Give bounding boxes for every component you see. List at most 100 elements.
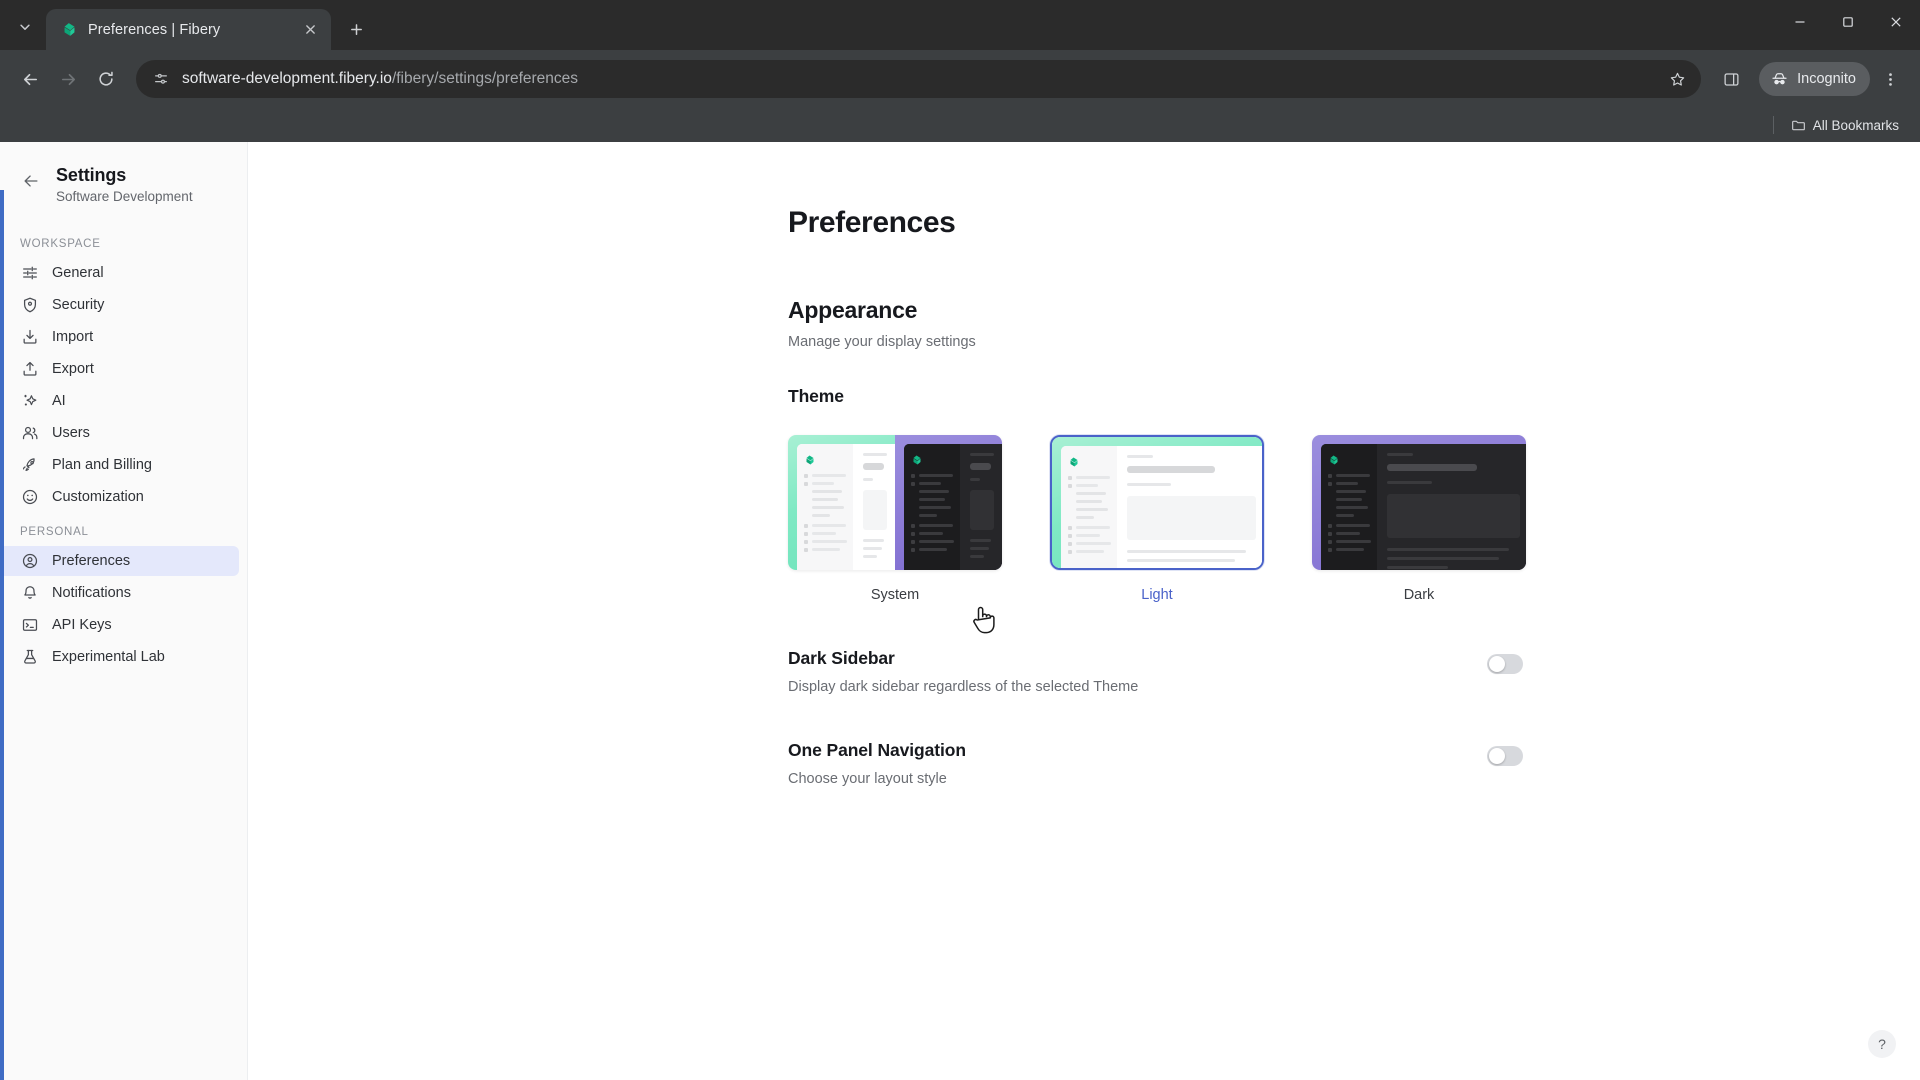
terminal-icon [20,615,39,634]
sidebar-item-label: Export [52,360,94,377]
preference-description: Display dark sidebar regardless of the s… [788,679,1139,695]
sidebar-item-label: General [52,264,104,281]
sidebar-item-import[interactable]: Import [0,322,239,352]
appearance-subheading: Manage your display settings [788,334,976,350]
sparkle-icon [20,391,39,410]
sidebar-item-customization[interactable]: Customization [0,482,239,512]
url-text: software-development.fibery.io/fibery/se… [182,70,1663,88]
sidebar-item-ai[interactable]: AI [0,386,239,416]
sidebar-item-export[interactable]: Export [0,354,239,384]
site-settings-icon[interactable] [150,68,172,90]
preference-description: Choose your layout style [788,771,947,787]
theme-label-dark: Dark [1403,587,1435,603]
tab-strip: Preferences | Fibery [0,0,1920,50]
bookmarks-divider [1772,116,1774,134]
sidebar-accent-bar [0,190,4,1080]
shield-icon [20,295,39,314]
smiley-icon [20,487,39,506]
theme-preview-system[interactable] [788,435,1002,570]
side-panel-icon[interactable] [1713,61,1749,97]
dark-sidebar-toggle[interactable] [1487,654,1523,674]
sidebar-item-label: API Keys [52,616,112,633]
sidebar-item-label: Import [52,328,94,345]
sidebar-list-workspace: General Security Import Export AI Users … [0,258,247,512]
workspace-name: Software Development [56,188,193,204]
incognito-indicator[interactable]: Incognito [1759,62,1870,96]
minimize-icon[interactable] [1776,0,1824,44]
theme-option-light[interactable]: Light [1050,435,1264,603]
sidebar-item-general[interactable]: General [0,258,239,288]
reload-icon[interactable] [88,61,124,97]
all-bookmarks-button[interactable]: All Bookmarks [1784,114,1906,137]
section-label-personal: PERSONAL [20,525,89,538]
section-label-workspace: WORKSPACE [20,237,101,250]
theme-option-system[interactable]: System [788,435,1002,603]
sidebar-item-experimental-lab[interactable]: Experimental Lab [0,642,239,672]
sidebar-item-label: Preferences [52,552,131,569]
preference-title: Dark Sidebar [788,648,895,668]
sidebar-item-label: Customization [52,488,144,505]
users-icon [20,423,39,442]
bell-icon [20,583,39,602]
page-body: Settings Software Development WORKSPACE … [0,142,1920,1080]
theme-options: System Light Dark [788,435,1920,603]
sidebar-header: Settings Software Development [0,142,247,224]
one-panel-navigation-toggle[interactable] [1487,746,1523,766]
bookmark-star-icon[interactable] [1663,65,1691,93]
theme-label-system: System [870,587,920,603]
fibery-logo-icon [911,453,923,465]
tab-title: Preferences | Fibery [88,21,221,38]
sidebar-item-api-keys[interactable]: API Keys [0,610,239,640]
page-title: Preferences [788,206,956,239]
download-icon [20,327,39,346]
flask-icon [20,647,39,666]
fibery-logo-icon [804,453,816,465]
back-arrow-icon[interactable] [12,61,48,97]
preference-row-dark-sidebar: Dark Sidebar Display dark sidebar regard… [788,648,1523,695]
sidebar-item-label: Experimental Lab [52,648,165,665]
fibery-logo-icon [1068,455,1080,467]
forward-arrow-icon[interactable] [50,61,86,97]
toggle-knob [1489,656,1505,672]
sidebar-item-label: Security [52,296,105,313]
sidebar-item-preferences[interactable]: Preferences [0,545,239,576]
browser-window: Preferences | Fibery software-developmen… [0,0,1920,1080]
three-dot-menu-icon[interactable] [1872,61,1908,97]
main-content: Preferences Appearance Manage your displ… [248,142,1920,1080]
preference-title: One Panel Navigation [788,740,966,760]
maximize-icon[interactable] [1824,0,1872,44]
close-icon[interactable] [299,19,321,41]
close-icon[interactable] [1872,0,1920,44]
theme-preview-light[interactable] [1050,435,1264,570]
appearance-heading: Appearance [788,297,918,323]
browser-toolbar: software-development.fibery.io/fibery/se… [0,50,1920,108]
rocket-icon [20,455,39,474]
tab-search-chevron-icon[interactable] [8,10,42,44]
incognito-label: Incognito [1797,71,1856,87]
theme-label: Theme [788,386,844,406]
settings-title: Settings [56,165,127,185]
theme-preview-dark[interactable] [1312,435,1526,570]
theme-option-dark[interactable]: Dark [1312,435,1526,603]
sliders-icon [20,263,39,282]
sidebar-item-label: Users [52,424,90,441]
address-bar[interactable]: software-development.fibery.io/fibery/se… [136,60,1702,98]
fibery-logo-icon [1328,453,1340,465]
all-bookmarks-label: All Bookmarks [1812,117,1899,133]
sidebar-list-personal: Preferences Notifications API Keys Exper… [0,545,247,672]
plus-icon[interactable] [339,12,373,46]
sidebar-item-security[interactable]: Security [0,290,239,320]
sidebar-item-plan-and-billing[interactable]: Plan and Billing [0,450,239,480]
url-path: /fibery/settings/preferences [391,70,579,87]
browser-tab[interactable]: Preferences | Fibery [46,9,331,50]
back-arrow-icon[interactable] [18,168,44,194]
fibery-logo-icon [60,21,78,39]
sidebar-item-notifications[interactable]: Notifications [0,578,239,608]
sidebar-item-users[interactable]: Users [0,418,239,448]
url-host: software-development.fibery.io [182,70,392,87]
help-button[interactable]: ? [1868,1030,1896,1058]
upload-icon [20,359,39,378]
sidebar-item-label: Notifications [52,584,131,601]
window-controls [1776,0,1920,50]
folder-icon [1791,118,1806,133]
